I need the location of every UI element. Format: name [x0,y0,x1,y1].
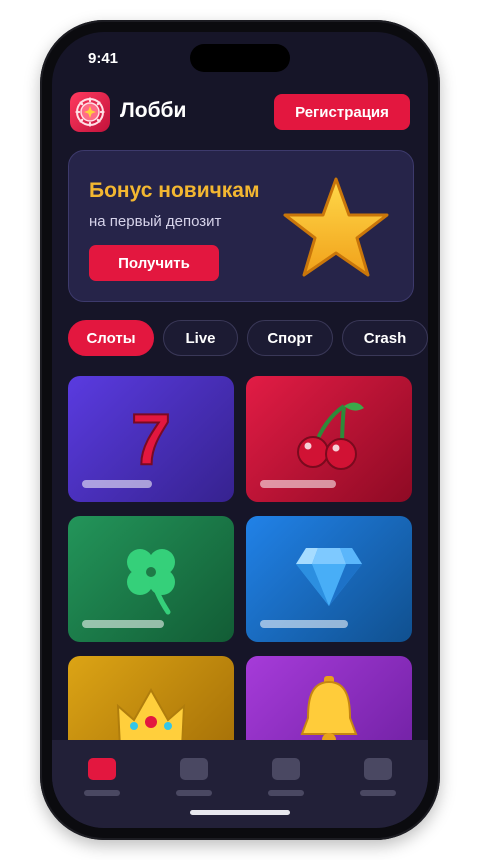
banner-subtitle: на первый депозит [89,213,222,230]
games-icon [180,758,208,780]
game-card[interactable] [68,516,234,642]
category-tabs: Слоты Live Спорт Crash [68,320,428,356]
game-title-placeholder [82,480,152,488]
nav-label-placeholder [176,790,212,796]
game-card[interactable] [246,516,412,642]
register-button[interactable]: Регистрация [274,94,410,130]
claim-bonus-button[interactable]: Получить [89,245,219,281]
nav-label-placeholder [360,790,396,796]
tab-slots[interactable]: Слоты [68,320,154,356]
tab-sport[interactable]: Спорт [247,320,333,356]
gift-icon [272,758,300,780]
nav-label-placeholder [84,790,120,796]
game-title-placeholder [260,480,336,488]
nav-item-second[interactable] [176,758,216,800]
status-time: 9:41 [88,50,119,67]
game-card[interactable] [246,376,412,502]
app-screen: 9:41 Лобби Регистрация Бонус новичкам на… [52,32,428,828]
dynamic-island [190,44,290,72]
nav-item-fourth[interactable] [360,758,400,800]
nav-label-placeholder [268,790,304,796]
game-title-placeholder [82,620,164,628]
star-icon [283,177,389,277]
nav-item-lobby[interactable] [84,758,124,800]
chip-icon[interactable] [70,92,110,132]
tab-live[interactable]: Live [163,320,238,356]
page-title: Лобби [120,99,187,122]
nav-item-third[interactable] [268,758,308,800]
profile-icon [364,758,392,780]
home-icon [88,758,116,780]
game-card[interactable]: 7 [68,376,234,502]
svg-text:7: 7 [131,400,171,480]
header: Лобби Регистрация [70,92,410,134]
home-indicator[interactable] [190,810,290,815]
game-title-placeholder [260,620,348,628]
bonus-banner[interactable]: Бонус новичкам на первый депозит Получит… [68,150,414,302]
banner-title: Бонус новичкам [89,179,260,202]
tab-crash[interactable]: Crash [342,320,428,356]
